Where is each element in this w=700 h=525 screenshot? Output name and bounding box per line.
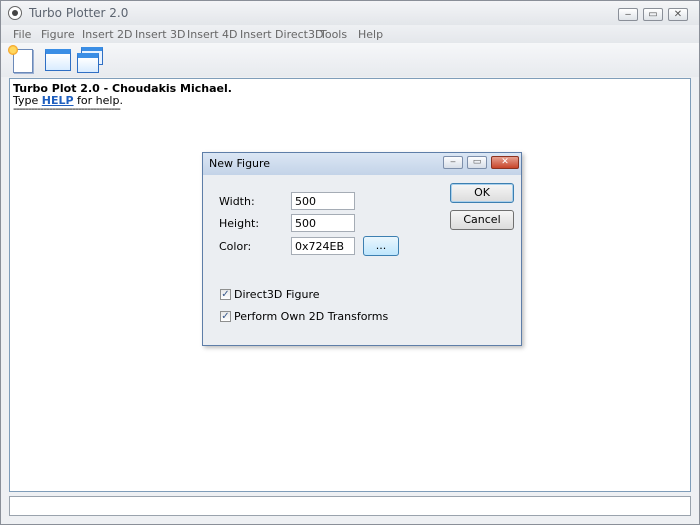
menu-insert-direct3d[interactable]: Insert Direct3D [240, 28, 323, 41]
width-label: Width: [219, 195, 255, 208]
width-field[interactable] [291, 192, 355, 210]
color-picker-button[interactable]: ... [363, 236, 399, 256]
own-2d-transforms-checkbox[interactable]: ✓ [220, 311, 231, 322]
console-divider: ------------------------------------ [13, 102, 121, 115]
menu-insert-4d[interactable]: Insert 4D [187, 28, 238, 41]
app-icon[interactable] [8, 6, 22, 20]
menu-insert-2d[interactable]: Insert 2D [82, 28, 133, 41]
menu-bar: File Figure Insert 2D Insert 3D Insert 4… [1, 26, 699, 43]
toolbar [1, 43, 699, 77]
new-figure-dialog: New Figure ‒ ▭ ✕ Width: Height: Color: .… [202, 152, 522, 346]
height-field[interactable] [291, 214, 355, 232]
window-icon [45, 49, 71, 71]
menu-file[interactable]: File [13, 28, 31, 41]
minimize-button[interactable]: ‒ [618, 8, 638, 21]
direct3d-checkbox-label[interactable]: Direct3D Figure [234, 288, 320, 301]
color-field[interactable] [291, 237, 355, 255]
maximize-button[interactable]: ▭ [643, 8, 663, 21]
dialog-title: New Figure [209, 157, 271, 170]
cascade-windows-button[interactable] [77, 47, 103, 73]
dialog-maximize-button[interactable]: ▭ [467, 156, 487, 169]
dialog-close-button[interactable]: ✕ [491, 156, 519, 169]
cancel-button[interactable]: Cancel [450, 210, 514, 230]
cascade-windows-icon [77, 53, 99, 73]
menu-help[interactable]: Help [358, 28, 383, 41]
height-label: Height: [219, 217, 260, 230]
title-bar[interactable]: Turbo Plotter 2.0 ‒ ▭ ✕ [1, 1, 699, 25]
menu-tools[interactable]: Tools [320, 28, 347, 41]
new-figure-icon [8, 45, 33, 73]
color-label: Color: [219, 240, 252, 253]
close-button[interactable]: ✕ [668, 8, 688, 21]
menu-figure[interactable]: Figure [41, 28, 75, 41]
window-title: Turbo Plotter 2.0 [29, 6, 129, 20]
new-figure-button[interactable] [8, 45, 39, 73]
dialog-minimize-button[interactable]: ‒ [443, 156, 463, 169]
own-2d-transforms-checkbox-label[interactable]: Perform Own 2D Transforms [234, 310, 388, 323]
dialog-title-bar[interactable]: New Figure ‒ ▭ ✕ [203, 153, 521, 175]
direct3d-checkbox[interactable]: ✓ [220, 289, 231, 300]
window-button[interactable] [45, 47, 71, 73]
menu-insert-3d[interactable]: Insert 3D [135, 28, 186, 41]
ok-button[interactable]: OK [450, 183, 514, 203]
command-input[interactable] [9, 496, 691, 516]
